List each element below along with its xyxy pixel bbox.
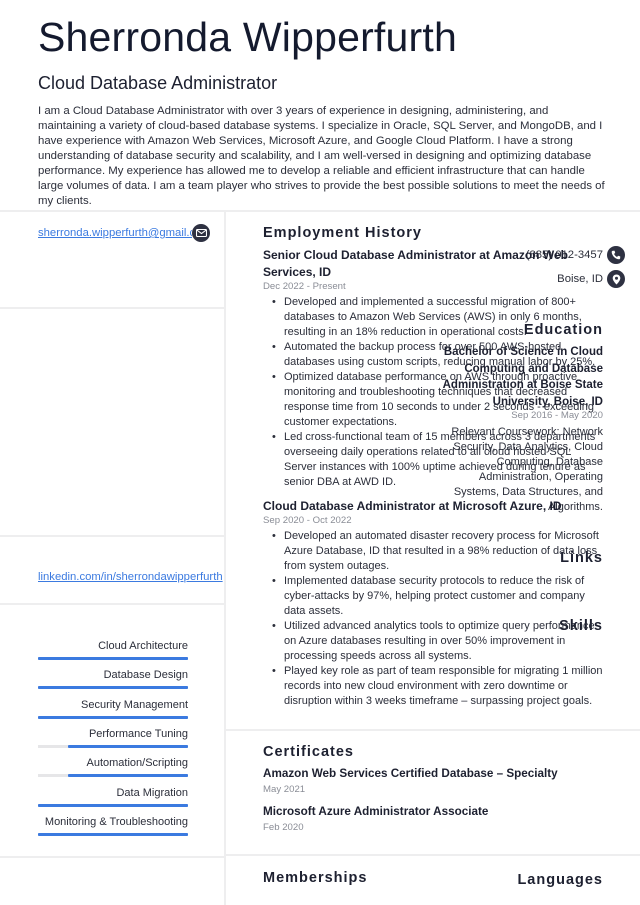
left-divider-links: [0, 603, 224, 605]
skill-label: Monitoring & Troubleshooting: [44, 815, 188, 828]
job-bullet: Led cross-functional team of 15 members …: [272, 430, 606, 490]
certificate-date: May 2021: [263, 784, 306, 795]
candidate-name: Sherronda Wipperfurth: [38, 14, 457, 60]
job-bullet: Developed an automated disaster recovery…: [272, 529, 606, 574]
skill-label: Automation/Scripting: [86, 757, 189, 770]
map-pin-icon: [607, 270, 625, 288]
skill-level-bar: [68, 774, 188, 778]
job-bullet: Implemented database security protocols …: [272, 574, 606, 619]
job-dates: Dec 2022 - Present: [263, 281, 346, 292]
job-title: Senior Cloud Database Administrator at A…: [263, 248, 568, 279]
left-divider-skills: [0, 856, 224, 858]
skill-level-track: [38, 657, 188, 660]
right-divider-employment: [226, 729, 640, 731]
job-dates: Sep 2020 - Oct 2022: [263, 515, 352, 526]
skill-label: Database Design: [103, 669, 188, 682]
job-bullet: Played key role as part of team responsi…: [272, 664, 606, 709]
left-divider-contact: [0, 307, 224, 309]
skill-level-bar: [68, 744, 188, 748]
certificate-date: Feb 2020: [263, 822, 304, 833]
job-bullet: Developed and implemented a successful m…: [272, 295, 606, 340]
certificate-name: Microsoft Azure Administrator Associate: [263, 805, 489, 818]
email-link[interactable]: sherronda.wipperfurth@gmail.com: [38, 227, 192, 239]
skill-level-track: [38, 686, 188, 690]
skill-level-track: [38, 715, 188, 719]
skill-level-bar: [38, 832, 188, 836]
skill-label: Performance Tuning: [88, 727, 188, 740]
profile-summary: I am a Cloud Database Administrator with…: [38, 105, 605, 207]
skill-level-track: [38, 803, 188, 807]
right-divider-certificates: [226, 854, 640, 856]
certificates-heading: Certificates: [263, 744, 354, 760]
skill-level-track: [38, 744, 188, 748]
certificate-name: Amazon Web Services Certified Database –…: [263, 767, 558, 780]
skill-level-bar: [38, 715, 188, 719]
skill-label: Security Management: [81, 698, 188, 711]
phone-icon: [607, 246, 625, 264]
memberships-heading: Memberships: [263, 870, 368, 886]
skill-level-track: [38, 774, 188, 778]
job-bullets: Developed an automated disaster recovery…: [272, 529, 606, 709]
skill-level-bar: [38, 686, 188, 690]
column-divider: [224, 211, 226, 905]
envelope-icon: [192, 224, 210, 242]
job-bullet: Optimized database performance on AWS th…: [272, 370, 606, 430]
header-divider: [0, 210, 640, 212]
job-title: Cloud Database Administrator at Microsof…: [263, 499, 562, 513]
contact-email-row: sherronda.wipperfurth@gmail.com: [38, 224, 210, 242]
left-divider-education: [0, 535, 224, 537]
employment-heading: Employment History: [263, 225, 422, 241]
skill-level-track: [38, 832, 188, 836]
linkedin-link[interactable]: linkedin.com/in/sherrondawipperfurth: [38, 571, 223, 583]
skill-level-bar: [38, 803, 188, 807]
job-bullet: Automated the backup process for over 50…: [272, 340, 606, 370]
languages-heading: Languages: [517, 872, 603, 888]
skill-level-bar: [38, 657, 188, 660]
job-bullet: Utilized advanced analytics tools to opt…: [272, 619, 606, 664]
job-bullets: Developed and implemented a successful m…: [272, 295, 606, 490]
skill-label: Data Migration: [116, 786, 188, 799]
skill-label: Cloud Architecture: [98, 640, 188, 652]
candidate-title: Cloud Database Administrator: [38, 73, 278, 93]
